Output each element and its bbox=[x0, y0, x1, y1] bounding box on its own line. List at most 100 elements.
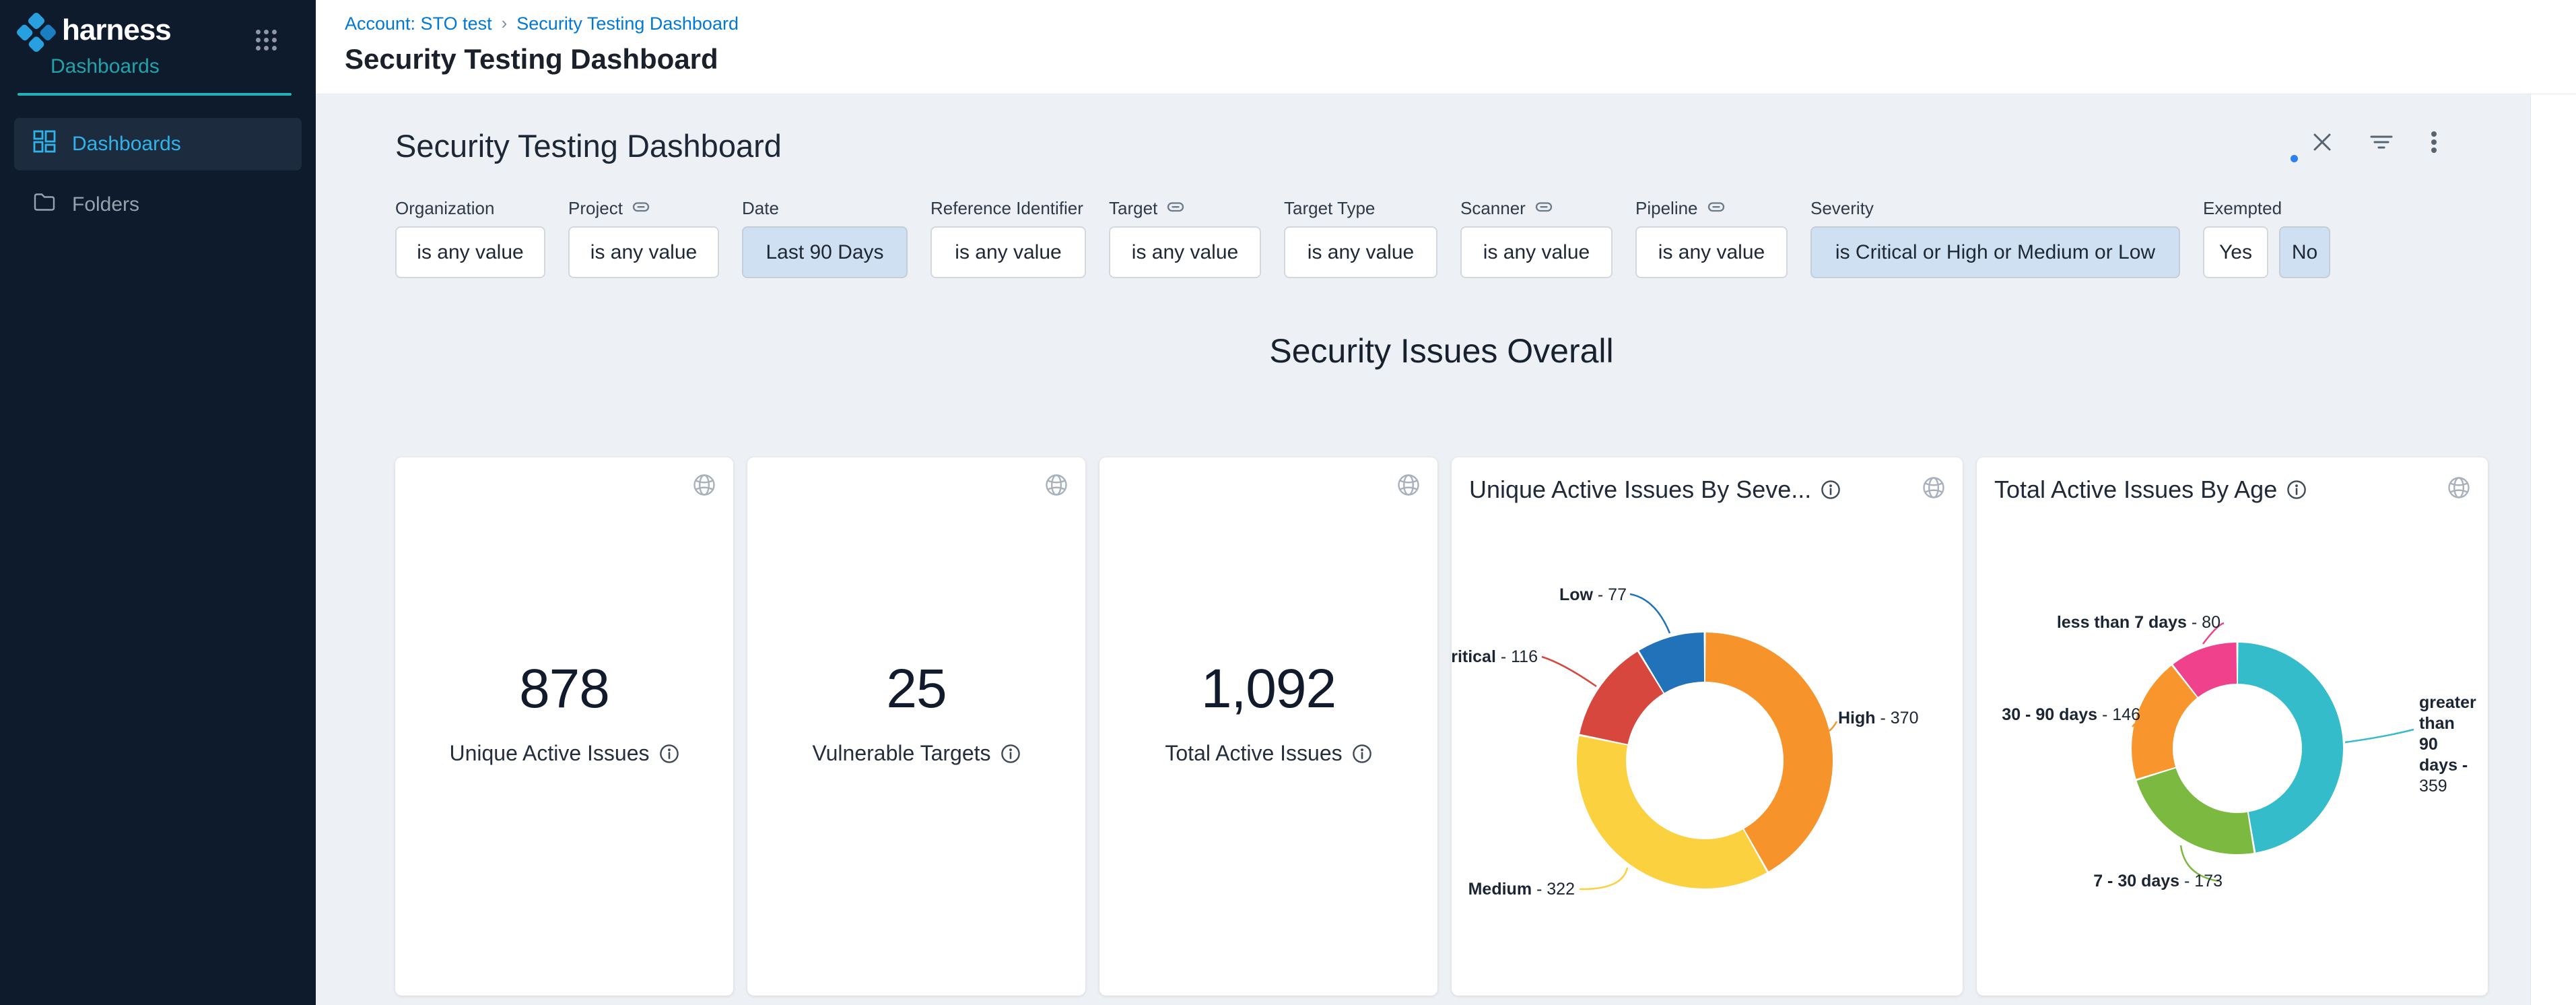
label-leader-line bbox=[2345, 730, 2414, 742]
stat-card-total-active-issues: 1,092 Total Active Issues bbox=[1099, 457, 1437, 996]
filter-group-reference-identifier: Reference Identifier is any value bbox=[930, 199, 1086, 278]
scrollbar-gutter[interactable] bbox=[2530, 94, 2576, 1005]
info-icon[interactable] bbox=[1001, 744, 1021, 764]
stat-label: Total Active Issues bbox=[1165, 741, 1342, 766]
folder-icon bbox=[33, 191, 56, 219]
close-icon[interactable] bbox=[2312, 132, 2332, 152]
link-icon bbox=[1167, 198, 1184, 218]
filters-bar: Organization is any value Project is any… bbox=[395, 199, 2488, 278]
stat-label: Unique Active Issues bbox=[449, 741, 649, 766]
dashboards-icon bbox=[33, 130, 56, 158]
dashboard-title: Security Testing Dashboard bbox=[395, 127, 782, 164]
donut-segment-medium[interactable] bbox=[1577, 736, 1767, 888]
filter-chip-exempted-yes[interactable]: Yes bbox=[2203, 226, 2268, 278]
kebab-menu-icon[interactable] bbox=[2431, 131, 2437, 154]
donut-label-less-than-7-days: less than 7 days - 80 bbox=[2057, 613, 2221, 632]
filter-label-organization: Organization bbox=[395, 199, 545, 217]
filter-label-pipeline: Pipeline bbox=[1635, 199, 1788, 217]
sidebar-header: harness Dashboards bbox=[0, 0, 316, 78]
info-icon[interactable] bbox=[1352, 744, 1372, 764]
link-icon bbox=[1707, 198, 1725, 218]
filter-label-target-type: Target Type bbox=[1284, 199, 1437, 217]
brand-name: harness bbox=[62, 13, 171, 47]
breadcrumb-account-link[interactable]: Account: STO test bbox=[345, 13, 492, 34]
globe-icon[interactable] bbox=[1044, 472, 1069, 501]
filter-label-project: Project bbox=[568, 199, 719, 217]
dashboard-panel: Security Testing Dashboard Organization … bbox=[395, 125, 2488, 996]
section-title: Security Issues Overall bbox=[395, 329, 2488, 374]
filter-chip-scanner[interactable]: is any value bbox=[1460, 226, 1613, 278]
sidebar-item-dashboards[interactable]: Dashboards bbox=[14, 118, 302, 170]
filter-chip-severity[interactable]: is Critical or High or Medium or Low bbox=[1810, 226, 2180, 278]
label-leader-line bbox=[1580, 868, 1627, 889]
breadcrumb-dashboard-link[interactable]: Security Testing Dashboard bbox=[516, 13, 739, 34]
sidebar: harness Dashboards Dashboards Folders bbox=[0, 0, 316, 1005]
cards-row: 878 Unique Active Issues 25 Vulnerable T… bbox=[395, 457, 2488, 996]
donut-label-7-30-days: 7 - 30 days - 173 bbox=[2093, 872, 2223, 890]
filter-label-scanner: Scanner bbox=[1460, 199, 1613, 217]
filter-chip-target-type[interactable]: is any value bbox=[1284, 226, 1437, 278]
donut-chart-age: greaterthan90days -3597 - 30 days - 1733… bbox=[1977, 457, 2488, 996]
stat-label: Vulnerable Targets bbox=[812, 741, 990, 766]
top-header: Account: STO test › Security Testing Das… bbox=[316, 0, 2576, 94]
donut-segment-7-30-days[interactable] bbox=[2137, 768, 2254, 854]
info-icon[interactable] bbox=[659, 744, 679, 764]
filter-group-date: Date Last 90 Days bbox=[742, 199, 908, 278]
label-leader-line bbox=[1630, 594, 1670, 633]
dashboard-toolbar bbox=[2312, 131, 2437, 154]
dashboard-content: Security Testing Dashboard Organization … bbox=[316, 94, 2576, 1005]
filter-chip-pipeline[interactable]: is any value bbox=[1635, 226, 1788, 278]
sidebar-nav: Dashboards Folders bbox=[0, 118, 316, 231]
globe-icon[interactable] bbox=[1921, 475, 1946, 504]
filter-label-reference-identifier: Reference Identifier bbox=[930, 199, 1086, 217]
sidebar-item-folders[interactable]: Folders bbox=[14, 179, 302, 231]
info-icon[interactable] bbox=[2286, 480, 2307, 500]
stat-card-vulnerable-targets: 25 Vulnerable Targets bbox=[747, 457, 1085, 996]
globe-icon[interactable] bbox=[691, 472, 717, 501]
sidebar-divider bbox=[18, 93, 292, 96]
stat-card-unique-active-issues: 878 Unique Active Issues bbox=[395, 457, 733, 996]
cursor-dot bbox=[2291, 155, 2298, 162]
link-icon bbox=[632, 198, 650, 218]
filter-chip-date[interactable]: Last 90 Days bbox=[742, 226, 908, 278]
donut-chart-card-severity: Unique Active Issues By Seve... High - 3… bbox=[1452, 457, 1963, 996]
label-leader-line bbox=[1829, 721, 1837, 731]
sidebar-item-label: Folders bbox=[72, 193, 139, 216]
filter-label-severity: Severity bbox=[1810, 199, 2180, 217]
filter-group-scanner: Scanner is any value bbox=[1460, 199, 1613, 278]
chevron-right-icon: › bbox=[502, 13, 508, 34]
filter-group-organization: Organization is any value bbox=[395, 199, 545, 278]
donut-chart-severity: High - 370Medium - 322Critical - 116Low … bbox=[1452, 457, 1963, 996]
info-icon[interactable] bbox=[1821, 480, 1841, 500]
harness-logo-icon bbox=[15, 11, 57, 53]
app-grid-menu-icon[interactable] bbox=[256, 30, 277, 51]
donut-label-greater-than-90-days: greaterthan90days -359 bbox=[2419, 693, 2476, 796]
globe-icon[interactable] bbox=[2446, 475, 2472, 504]
filter-chip-exempted-no[interactable]: No bbox=[2279, 226, 2330, 278]
donut-chart-card-age: Total Active Issues By Age greaterthan90… bbox=[1977, 457, 2488, 996]
donut-segment-greater-than-90-days[interactable] bbox=[2238, 643, 2343, 853]
module-name: Dashboards bbox=[50, 55, 316, 78]
globe-icon[interactable] bbox=[1396, 472, 1421, 501]
donut-label-medium: Medium - 322 bbox=[1468, 880, 1575, 899]
link-icon bbox=[1535, 198, 1553, 218]
stat-value: 1,092 bbox=[1099, 657, 1437, 721]
filter-chip-reference-identifier[interactable]: is any value bbox=[930, 226, 1086, 278]
panel-header: Security Testing Dashboard bbox=[395, 125, 2488, 166]
filter-group-severity: Severity is Critical or High or Medium o… bbox=[1810, 199, 2180, 278]
filter-group-project: Project is any value bbox=[568, 199, 719, 278]
filter-label-target: Target bbox=[1109, 199, 1261, 217]
page-title: Security Testing Dashboard bbox=[345, 43, 2576, 75]
chart-title: Total Active Issues By Age bbox=[1994, 476, 2277, 504]
donut-label-low: Low - 77 bbox=[1559, 585, 1627, 604]
filter-group-exempted: Exempted YesNo bbox=[2203, 199, 2330, 278]
filter-label-exempted: Exempted bbox=[2203, 199, 2330, 217]
filter-icon[interactable] bbox=[2370, 132, 2393, 152]
donut-segment-high[interactable] bbox=[1705, 633, 1833, 872]
stat-value: 878 bbox=[395, 657, 733, 721]
filter-chip-project[interactable]: is any value bbox=[568, 226, 719, 278]
breadcrumb: Account: STO test › Security Testing Das… bbox=[345, 13, 2576, 34]
filter-group-target-type: Target Type is any value bbox=[1284, 199, 1437, 278]
filter-chip-target[interactable]: is any value bbox=[1109, 226, 1261, 278]
filter-chip-organization[interactable]: is any value bbox=[395, 226, 545, 278]
